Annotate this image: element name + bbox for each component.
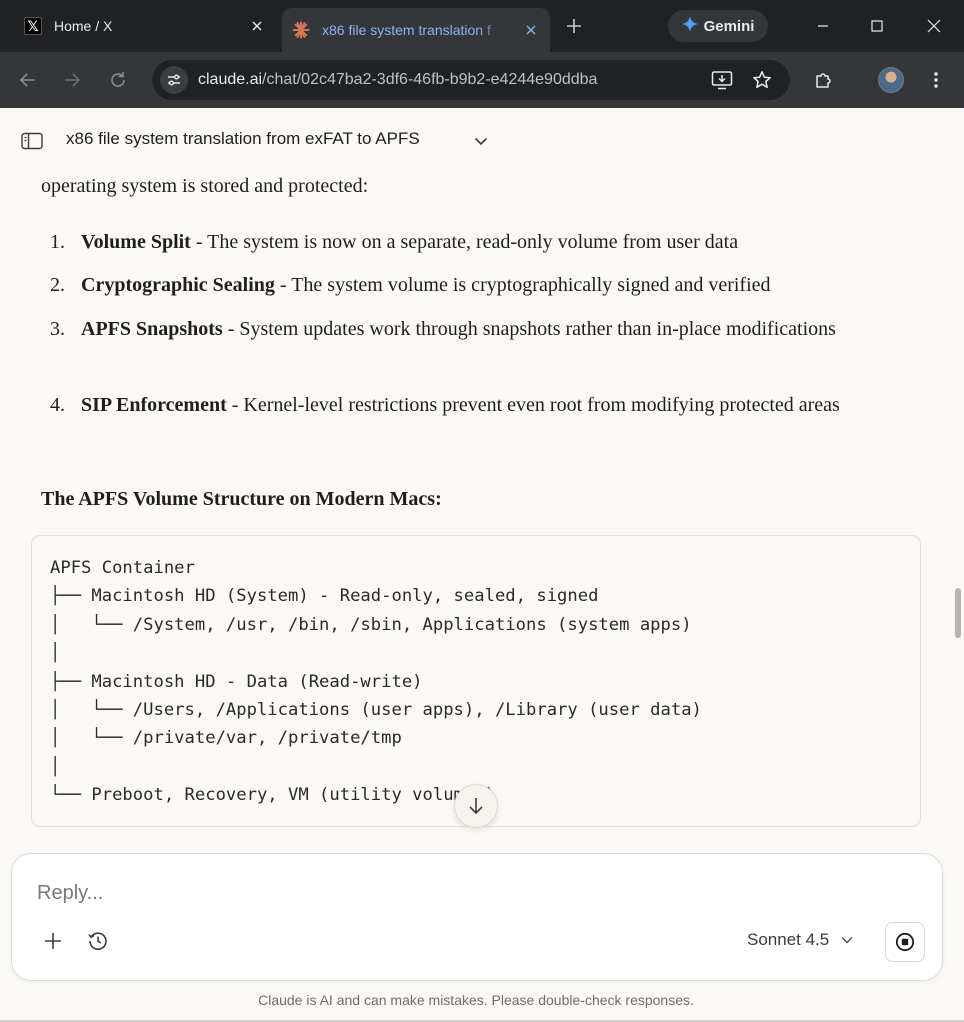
page-scrollbar[interactable] — [952, 172, 964, 1022]
list-text: Volume Split - The system is now on a se… — [81, 226, 881, 258]
more-menu-icon[interactable] — [922, 66, 950, 94]
list-term: Volume Split — [81, 231, 191, 253]
scrollbar-thumb[interactable] — [955, 588, 961, 638]
list-description: - The system is now on a separate, read-… — [190, 231, 739, 253]
new-tab-button[interactable] — [562, 14, 586, 38]
forward-button[interactable] — [58, 66, 86, 94]
code-line: │ └── /private/var, /private/tmp — [50, 728, 402, 749]
scroll-to-bottom-button[interactable] — [454, 784, 498, 828]
close-tab-icon[interactable] — [248, 17, 266, 35]
browser-toolbar: claude.ai/chat/02c47ba2-3df6-46fb-b9b2-e… — [0, 52, 964, 108]
code-line: │ └── /Users, /Applications (user apps),… — [50, 700, 702, 721]
model-name: Sonnet 4.5 — [747, 930, 830, 949]
install-app-icon[interactable] — [708, 66, 736, 94]
code-line: │ — [50, 643, 61, 664]
list-item: 4. SIP Enforcement - Kernel-level restri… — [42, 389, 872, 453]
reply-input[interactable] — [37, 878, 897, 908]
history-button[interactable] — [83, 926, 113, 956]
site-info-icon[interactable] — [160, 66, 188, 94]
list-description: - System updates work through snapshots … — [222, 318, 836, 340]
tab-home-x[interactable]: 𝕏 Home / X — [14, 8, 276, 44]
list-number: 2. — [50, 274, 65, 296]
plus-icon — [45, 933, 61, 949]
section-heading: The APFS Volume Structure on Modern Macs… — [41, 488, 442, 510]
code-line: ├── Macintosh HD (System) - Read-only, s… — [50, 586, 599, 607]
chevron-down-icon[interactable] — [472, 132, 490, 150]
x-logo-icon: 𝕏 — [24, 17, 42, 35]
list-description: - The system volume is cryptographically… — [274, 274, 771, 296]
list-description: - Kernel-level restrictions prevent even… — [226, 394, 840, 416]
clock-history-icon — [88, 932, 107, 950]
bookmark-star-icon[interactable] — [748, 66, 776, 94]
minimize-window-button[interactable] — [800, 8, 846, 44]
close-tab-icon[interactable] — [522, 21, 540, 39]
gemini-button[interactable]: Gemini — [668, 10, 768, 42]
list-item: 3. APFS Snapshots - System updates work … — [42, 313, 872, 377]
code-line: │ — [50, 756, 61, 777]
arrow-down-icon — [469, 798, 483, 815]
tab-claude-chat[interactable]: x86 file system translation f — [282, 8, 550, 52]
stop-generation-button[interactable] — [885, 922, 925, 962]
extensions-puzzle-icon[interactable] — [810, 66, 838, 94]
list-number: 1. — [50, 231, 65, 253]
message-paragraph: operating system is stored and protected… — [41, 175, 369, 197]
list-item: 1. Volume Split - The system is now on a… — [42, 226, 872, 258]
reload-icon — [111, 72, 125, 87]
url-text: claude.ai/chat/02c47ba2-3df6-46fb-b9b2-e… — [198, 71, 597, 89]
claude-chat-page: operating system is stored and protected… — [0, 108, 964, 1022]
code-line: ├── Macintosh HD - Data (Read-write) — [50, 671, 423, 692]
close-window-button[interactable] — [911, 8, 957, 44]
add-attachment-button[interactable] — [38, 926, 68, 956]
tab-title: Home / X — [54, 18, 113, 34]
list-term: SIP Enforcement — [81, 394, 227, 416]
gemini-label: Gemini — [703, 17, 755, 35]
code-text: APFS Container ├── Macintosh HD (System)… — [50, 554, 702, 810]
sidebar-toggle-icon[interactable] — [21, 132, 43, 150]
profile-avatar[interactable] — [878, 67, 904, 93]
code-line: APFS Container — [50, 558, 195, 578]
close-icon — [927, 19, 941, 33]
list-term: APFS Snapshots — [81, 318, 223, 340]
maximize-window-button[interactable] — [854, 8, 900, 44]
list-text: APFS Snapshots - System updates work thr… — [81, 313, 881, 345]
chat-header: x86 file system translation from exFAT t… — [0, 108, 952, 172]
stop-icon — [895, 932, 915, 952]
ai-disclaimer: Claude is AI and can make mistakes. Plea… — [258, 992, 694, 1008]
list-term: Cryptographic Sealing — [81, 274, 275, 296]
chat-title[interactable]: x86 file system translation from exFAT t… — [66, 129, 420, 149]
maximize-icon — [871, 20, 883, 32]
code-line: └── Preboot, Recovery, VM (utility volum… — [50, 785, 495, 806]
reply-composer: Sonnet 4.5 — [11, 853, 943, 981]
list-number: 4. — [50, 394, 65, 416]
url-path: /chat/02c47ba2-3df6-46fb-b9b2-e4244e90dd… — [262, 71, 598, 88]
back-button[interactable] — [14, 66, 42, 94]
address-bar[interactable]: claude.ai/chat/02c47ba2-3df6-46fb-b9b2-e… — [152, 60, 790, 100]
list-text: Cryptographic Sealing - The system volum… — [81, 269, 881, 301]
claude-sunburst-icon — [292, 21, 310, 39]
back-arrow-icon — [19, 73, 35, 87]
forward-arrow-icon — [65, 73, 81, 87]
browser-tab-strip: 𝕏 Home / X x86 file system translation f — [0, 0, 964, 52]
list-item: 2. Cryptographic Sealing - The system vo… — [42, 269, 872, 301]
gemini-sparkle-icon — [681, 15, 698, 37]
code-line: │ └── /System, /usr, /bin, /sbin, Applic… — [50, 614, 692, 635]
list-number: 3. — [50, 318, 65, 340]
list-text: SIP Enforcement - Kernel-level restricti… — [81, 389, 881, 421]
plus-icon — [567, 19, 581, 33]
minimize-icon — [818, 25, 828, 27]
tab-title: x86 file system translation f — [322, 22, 491, 38]
url-host: claude.ai — [198, 71, 263, 88]
reload-button[interactable] — [104, 66, 132, 94]
model-selector[interactable]: Sonnet 4.5 — [747, 930, 855, 950]
chevron-down-icon — [841, 936, 853, 944]
